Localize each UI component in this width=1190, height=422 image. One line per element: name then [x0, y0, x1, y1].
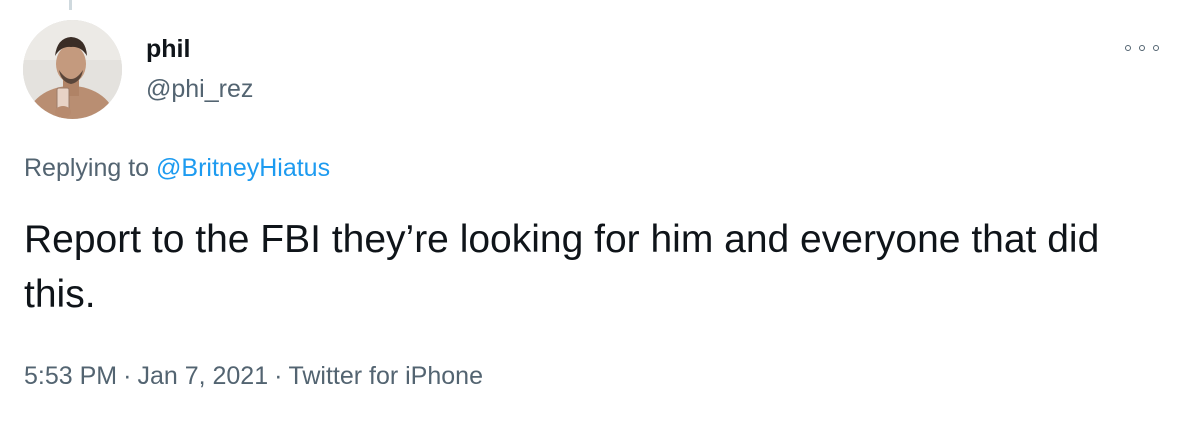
avatar[interactable] [23, 20, 122, 119]
thread-connector-line [69, 0, 72, 10]
dot-icon [1125, 45, 1131, 51]
tweet-source-link[interactable]: Twitter for iPhone [288, 362, 483, 390]
dot-icon [1153, 45, 1159, 51]
meta-separator: · [274, 362, 283, 390]
tweet-date-link[interactable]: Jan 7, 2021 [137, 362, 268, 390]
tweet-text: Report to the FBI they’re looking for hi… [24, 218, 1100, 316]
author-display-name[interactable]: phil [146, 32, 190, 66]
more-options-icon[interactable] [1125, 38, 1159, 58]
author-handle[interactable]: @phi_rez [146, 72, 253, 106]
dot-icon [1139, 45, 1145, 51]
tweet-metadata: 5:53 PM · Jan 7, 2021 · Twitter for iPhone [24, 358, 483, 394]
meta-separator: · [123, 362, 132, 390]
reply-mention-link[interactable]: @BritneyHiatus [156, 154, 330, 182]
replying-to-line: Replying to @BritneyHiatus [24, 150, 330, 186]
replying-to-label: Replying to [24, 154, 157, 182]
tweet-time-link[interactable]: 5:53 PM [24, 362, 117, 390]
avatar-image [23, 20, 122, 119]
